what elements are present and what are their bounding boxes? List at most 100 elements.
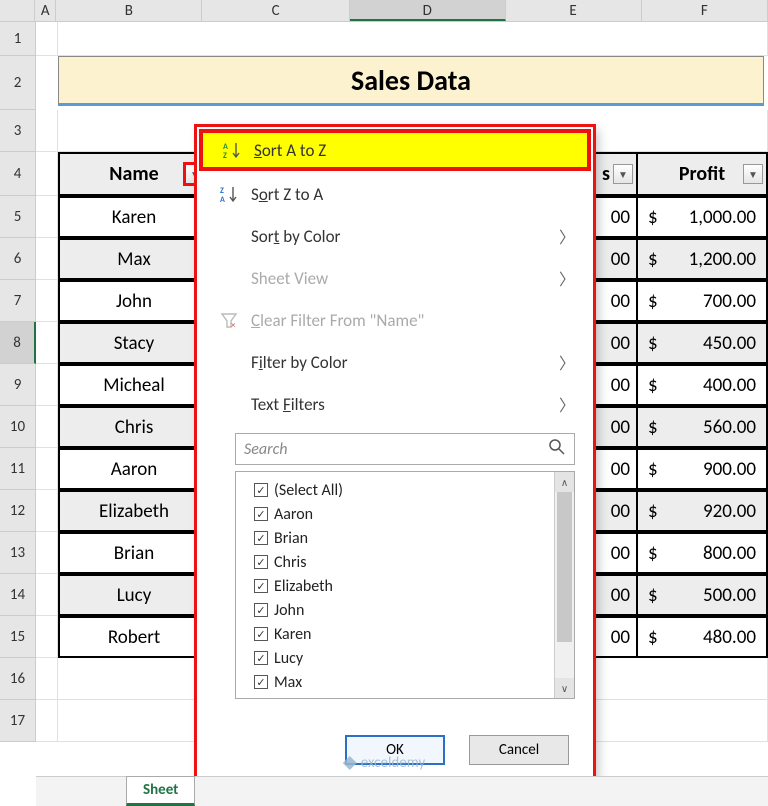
filter-item[interactable]: ✓Brian <box>254 526 574 550</box>
row-header-16[interactable]: 16 <box>0 658 36 700</box>
row-header-1[interactable]: 1 <box>0 22 36 56</box>
col-header-C[interactable]: C <box>202 0 350 21</box>
checkbox-icon[interactable]: ✓ <box>254 603 268 617</box>
cell-profit[interactable]: $400.00 <box>638 366 768 406</box>
col-header-E[interactable]: E <box>506 0 642 21</box>
cell-profit[interactable]: $900.00 <box>638 450 768 490</box>
cell-name[interactable]: Brian <box>60 534 210 574</box>
menu-sort-a-to-z[interactable]: AZ Sort A to Z <box>200 130 590 170</box>
clear-filter-icon: × <box>215 311 245 329</box>
chevron-right-icon: 〉 <box>559 350 575 374</box>
row-header-7[interactable]: 7 <box>0 280 36 322</box>
checkbox-icon[interactable]: ✓ <box>254 675 268 689</box>
filter-item[interactable]: ✓Max <box>254 670 574 694</box>
chevron-right-icon: 〉 <box>559 224 575 248</box>
cell-profit[interactable]: $500.00 <box>638 576 768 616</box>
menu-text-filters[interactable]: Text Filters 〉 <box>197 383 593 425</box>
filter-checklist[interactable]: ✓(Select All)✓Aaron✓Brian✓Chris✓Elizabet… <box>235 471 575 699</box>
sort-az-icon: AZ <box>218 141 248 159</box>
select-all-corner[interactable] <box>0 0 35 21</box>
title-cell: Sales Data <box>58 56 764 106</box>
chevron-right-icon: 〉 <box>559 266 575 290</box>
menu-sort-z-to-a[interactable]: ZA Sort Z to A <box>197 173 593 215</box>
row-header-9[interactable]: 9 <box>0 364 36 406</box>
svg-text:A: A <box>220 195 225 203</box>
checkbox-icon[interactable]: ✓ <box>254 555 268 569</box>
col-header-A[interactable]: A <box>35 0 56 21</box>
filter-item[interactable]: ✓Elizabeth <box>254 574 574 598</box>
row-header-8[interactable]: 8 <box>0 322 36 364</box>
filter-item[interactable]: ✓Chris <box>254 550 574 574</box>
menu-clear-filter: × Clear Filter From "Name" <box>197 299 593 341</box>
filter-button-profit[interactable]: ▼ <box>743 164 763 184</box>
checklist-scrollbar[interactable]: ∧ ∨ <box>554 472 574 698</box>
row-header-2[interactable]: 2 <box>0 56 36 110</box>
cell-profit[interactable]: $560.00 <box>638 408 768 448</box>
filter-button-hidden[interactable]: ▼ <box>613 164 633 184</box>
row-header-5[interactable]: 5 <box>0 196 36 238</box>
svg-text:×: × <box>231 320 236 329</box>
checkbox-icon[interactable]: ✓ <box>254 651 268 665</box>
column-headers: ABCDEF <box>0 0 768 22</box>
filter-item[interactable]: ✓Lucy <box>254 646 574 670</box>
menu-sheet-view: Sheet View 〉 <box>197 257 593 299</box>
row-header-10[interactable]: 10 <box>0 406 36 448</box>
cell-name[interactable]: John <box>60 282 210 322</box>
menu-sort-by-color[interactable]: Sort by Color 〉 <box>197 215 593 257</box>
checkbox-icon[interactable]: ✓ <box>254 507 268 521</box>
cell-name[interactable]: Chris <box>60 408 210 448</box>
cell-name[interactable]: Stacy <box>60 324 210 364</box>
cell-name[interactable]: Elizabeth <box>60 492 210 532</box>
cell-profit[interactable]: $700.00 <box>638 282 768 322</box>
sheet-tab-strip: Sheet <box>36 776 768 806</box>
checkbox-icon[interactable]: ✓ <box>254 531 268 545</box>
sheet-tab[interactable]: Sheet <box>126 776 195 806</box>
checkbox-icon[interactable]: ✓ <box>254 579 268 593</box>
cell-name[interactable]: Lucy <box>60 576 210 616</box>
scroll-down-icon[interactable]: ∨ <box>555 678 574 698</box>
filter-search-input[interactable]: Search <box>235 433 575 465</box>
chevron-right-icon: 〉 <box>559 392 575 416</box>
cell-profit[interactable]: $800.00 <box>638 534 768 574</box>
row-header-4[interactable]: 4 <box>0 152 36 196</box>
col-header-F[interactable]: F <box>642 0 768 21</box>
row-header-13[interactable]: 13 <box>0 532 36 574</box>
row-header-15[interactable]: 15 <box>0 616 36 658</box>
checkbox-icon[interactable]: ✓ <box>254 483 268 497</box>
row-headers: 1234567891011121314151617 <box>0 22 36 742</box>
filter-item[interactable]: ✓John <box>254 598 574 622</box>
scroll-up-icon[interactable]: ∧ <box>555 472 574 492</box>
row-header-12[interactable]: 12 <box>0 490 36 532</box>
cell-profit[interactable]: $450.00 <box>638 324 768 364</box>
column-header-profit[interactable]: Profit ▼ <box>638 154 768 196</box>
row-header-17[interactable]: 17 <box>0 700 36 742</box>
col-header-D[interactable]: D <box>350 0 506 21</box>
row-header-11[interactable]: 11 <box>0 448 36 490</box>
cell-profit[interactable]: $920.00 <box>638 492 768 532</box>
filter-item[interactable]: ✓Karen <box>254 622 574 646</box>
svg-text:Z: Z <box>223 151 227 159</box>
row-header-14[interactable]: 14 <box>0 574 36 616</box>
search-icon <box>548 438 566 461</box>
cell-name[interactable]: Aaron <box>60 450 210 490</box>
cell-name[interactable]: Karen <box>60 198 210 238</box>
cell-profit[interactable]: $1,000.00 <box>638 198 768 238</box>
column-header-name[interactable]: Name ▼ <box>60 154 210 196</box>
cell-name[interactable]: Robert <box>60 618 210 658</box>
cell-profit[interactable]: $480.00 <box>638 618 768 658</box>
checkbox-icon[interactable]: ✓ <box>254 627 268 641</box>
cell-name[interactable]: Micheal <box>60 366 210 406</box>
col-header-B[interactable]: B <box>56 0 202 21</box>
cancel-button[interactable]: Cancel <box>469 735 569 765</box>
filter-item[interactable]: ✓(Select All) <box>254 478 574 502</box>
cell-name[interactable]: Max <box>60 240 210 280</box>
watermark: exceldemy <box>343 754 425 772</box>
watermark-logo-icon <box>343 756 357 770</box>
row-header-3[interactable]: 3 <box>0 110 36 152</box>
scroll-thumb[interactable] <box>557 492 572 642</box>
filter-item[interactable]: ✓Aaron <box>254 502 574 526</box>
menu-filter-by-color[interactable]: Filter by Color 〉 <box>197 341 593 383</box>
title-text: Sales Data <box>351 63 471 98</box>
cell-profit[interactable]: $1,200.00 <box>638 240 768 280</box>
row-header-6[interactable]: 6 <box>0 238 36 280</box>
